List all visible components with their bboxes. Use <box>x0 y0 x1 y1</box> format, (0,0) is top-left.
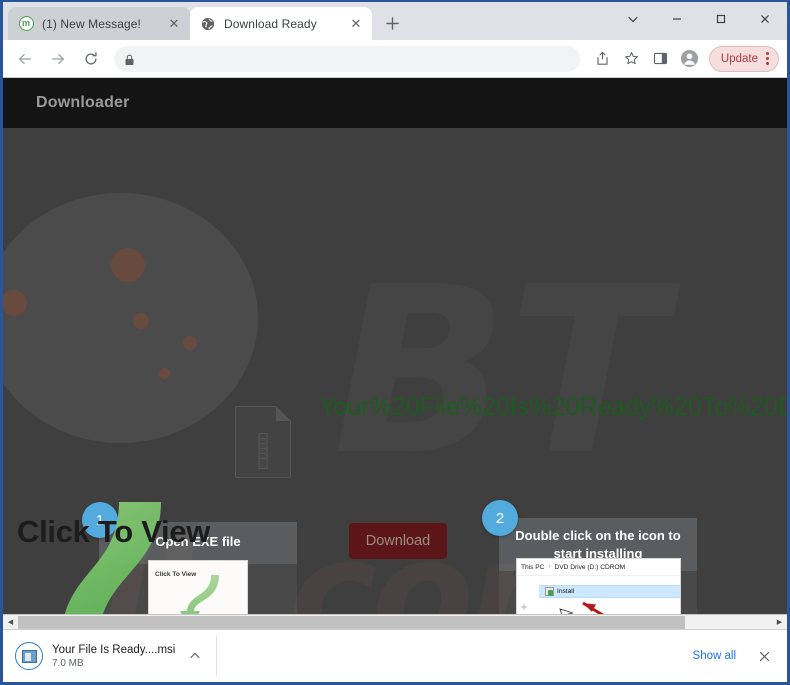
window-frame: m (1) New Message! ✕ Download Ready ✕ Up… <box>0 0 790 685</box>
decorative-dot <box>159 368 170 379</box>
reload-icon[interactable] <box>77 45 105 73</box>
explorer-file-name: Install <box>557 588 575 595</box>
lock-icon <box>124 53 136 65</box>
download-button-label: Download <box>365 533 431 549</box>
scrollbar-track[interactable] <box>18 615 772 630</box>
decorative-dot <box>111 248 145 282</box>
zipper-graphic <box>258 433 268 469</box>
decorative-circle <box>3 193 258 443</box>
maximize-button[interactable] <box>699 2 743 36</box>
new-tab-button[interactable] <box>378 9 406 37</box>
address-bar[interactable] <box>114 45 580 72</box>
overlay-click-to-view-text: Click To View <box>17 514 211 549</box>
step-2-badge: 2 <box>482 500 518 536</box>
mail-m-icon: m <box>18 16 34 32</box>
back-icon[interactable] <box>11 45 39 73</box>
scroll-right-arrow-icon[interactable]: ▶ <box>772 615 787 630</box>
decorative-dot <box>183 336 197 350</box>
download-item[interactable]: Your File Is Ready....msi 7.0 MB <box>15 636 218 676</box>
close-window-button[interactable] <box>743 2 787 36</box>
scroll-left-arrow-icon[interactable]: ◀ <box>3 615 18 630</box>
page-body: BT lk.com Your%20File%20Is%20Ready%20To%… <box>3 128 787 614</box>
download-menu-chevron-icon[interactable] <box>184 645 206 667</box>
msi-installer-icon <box>15 642 43 670</box>
tab-download-ready[interactable]: Download Ready ✕ <box>190 7 372 40</box>
breadcrumb-dvd-drive: DVD Drive (D:) CDROM <box>554 563 626 571</box>
explorer-selected-row[interactable]: Install <box>539 585 680 598</box>
tab-strip: m (1) New Message! ✕ Download Ready ✕ <box>3 2 787 40</box>
breadcrumb-separator: › <box>548 564 551 570</box>
decorative-dot <box>133 313 149 329</box>
background-watermark: BT <box>333 258 665 488</box>
installer-file-icon <box>545 587 554 596</box>
three-dot-menu-icon[interactable] <box>763 52 772 65</box>
scrollbar-thumb[interactable] <box>18 615 686 629</box>
explorer-sidebar-icons <box>520 603 534 614</box>
globe-icon <box>200 16 216 32</box>
close-icon[interactable]: ✕ <box>348 16 364 32</box>
step-2-thumbnail: This PC › DVD Drive (D:) CDROM Install <box>516 558 681 614</box>
tab-new-message[interactable]: m (1) New Message! ✕ <box>8 7 190 40</box>
chrome-browser-window: m (1) New Message! ✕ Download Ready ✕ Up… <box>3 2 787 682</box>
breadcrumb-this-pc: This PC <box>521 563 545 571</box>
shelf-actions: Show all <box>682 643 777 669</box>
side-panel-icon[interactable] <box>648 46 674 72</box>
tab-title: (1) New Message! <box>42 16 141 31</box>
downloader-page: Downloader BT lk.com <box>3 78 787 614</box>
star-icon[interactable] <box>619 46 645 72</box>
tab-title: Download Ready <box>224 16 317 31</box>
close-icon[interactable]: ✕ <box>166 16 182 32</box>
minimize-button[interactable] <box>655 2 699 36</box>
download-filename: Your File Is Ready....msi <box>52 643 176 656</box>
download-button[interactable]: Download <box>349 523 447 559</box>
page-header: Downloader <box>3 78 787 128</box>
green-url-text: Your%20File%20Is%20Ready%20To%20Down <box>319 393 787 421</box>
horizontal-scrollbar[interactable]: ◀ ▶ <box>3 614 787 629</box>
close-icon[interactable] <box>751 643 777 669</box>
profile-avatar-icon[interactable] <box>677 46 703 72</box>
window-controls <box>611 2 787 36</box>
forward-icon[interactable] <box>44 45 72 73</box>
download-meta: Your File Is Ready....msi 7.0 MB <box>52 644 175 669</box>
page-viewport: Downloader BT lk.com <box>3 78 787 614</box>
show-all-button[interactable]: Show all <box>682 643 747 669</box>
share-icon[interactable] <box>590 46 616 72</box>
browser-toolbar: Update <box>3 40 787 78</box>
page-title: Downloader <box>36 94 130 111</box>
download-filesize: 7.0 MB <box>52 657 84 669</box>
explorer-breadcrumb: This PC › DVD Drive (D:) CDROM <box>517 559 680 576</box>
zip-file-icon <box>235 406 291 478</box>
chevron-down-icon[interactable] <box>611 2 655 36</box>
update-label: Update <box>720 52 758 65</box>
update-button[interactable]: Update <box>708 45 779 72</box>
download-shelf: Your File Is Ready....msi 7.0 MB Show al… <box>3 629 787 682</box>
